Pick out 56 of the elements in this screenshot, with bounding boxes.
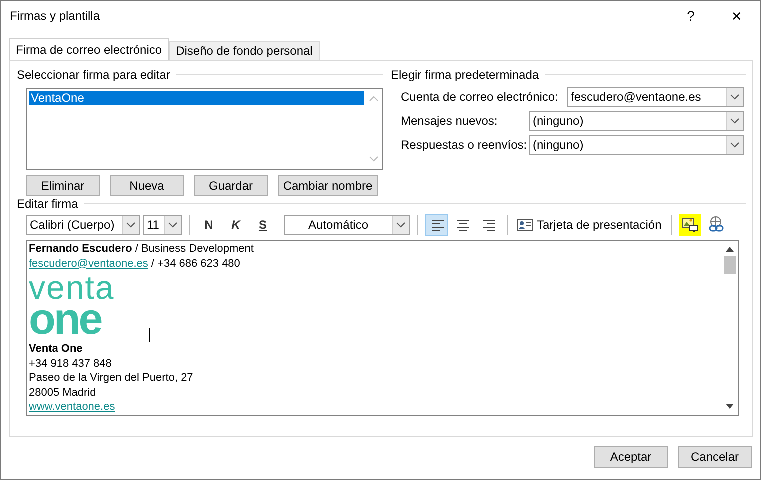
group-label: Elegir firma predeterminada <box>391 68 540 82</box>
dropdown-field[interactable]: (ninguno) <box>529 135 744 155</box>
caret-icon <box>395 221 407 229</box>
signature-text: Paseo de la Virgen del Puerto, 27 <box>29 371 194 386</box>
signature-text: 28005 Madrid <box>29 386 98 400</box>
help-button[interactable]: ? <box>668 1 714 31</box>
tab[interactable]: Diseño de fondo personal <box>169 41 320 60</box>
align-left-icon <box>430 218 444 232</box>
scroll-up-icon[interactable] <box>725 245 735 253</box>
text-cursor <box>149 328 150 342</box>
close-button[interactable]: ✕ <box>714 1 760 31</box>
logo: venta one <box>29 271 116 342</box>
group-label: Editar firma <box>17 196 78 210</box>
bold-button[interactable]: N <box>197 214 221 236</box>
caret-icon <box>125 221 137 229</box>
group-label: Seleccionar firma para editar <box>17 68 170 82</box>
website-link[interactable]: www.ventaone.es <box>29 401 116 413</box>
font-dropdown[interactable]: Calibri (Cuerpo) <box>26 215 140 235</box>
insert-picture-button[interactable] <box>678 214 701 236</box>
signature-editor[interactable]: Fernando Escudero / Business Development fescudero@ventaone.es / +34 686 623 480 venta one Venta One +34 918 437 848 Paseo de la Virgen del Puerto, 27 28005 Madrid www.ventaone.es <box>26 240 739 416</box>
color-dropdown[interactable]: Automático <box>284 215 410 235</box>
signature-text: +34 918 437 848 <box>29 356 113 371</box>
signature-text: Fernando Escudero / Business Development <box>29 242 255 256</box>
business-card-button[interactable]: Tarjeta de presentación <box>515 214 664 236</box>
signature-text: / +34 686 623 480 <box>151 258 240 270</box>
caret-icon <box>729 93 741 101</box>
align-left-button[interactable] <box>425 214 448 236</box>
dialog-button[interactable]: Aceptar <box>594 446 668 468</box>
caret-icon <box>729 141 741 149</box>
email-link[interactable]: fescudero@ventaone.es <box>29 258 148 270</box>
signature-text: Venta One <box>29 342 84 356</box>
card-icon <box>517 219 533 231</box>
dropdown-field[interactable]: (ninguno) <box>529 111 744 131</box>
field-label: Cuenta de correo electrónico: <box>401 90 560 104</box>
hyperlink-icon[interactable] <box>708 216 726 234</box>
tab[interactable]: Firma de correo electrónico <box>9 38 170 60</box>
dropdown-field[interactable]: fescudero@ventaone.es <box>567 87 744 107</box>
caret-icon <box>167 221 179 229</box>
action-button[interactable]: Eliminar <box>26 175 100 196</box>
align-center-icon <box>456 218 470 232</box>
action-button[interactable]: Guardar <box>194 175 268 196</box>
picture-icon <box>682 217 698 233</box>
action-button[interactable]: Nueva <box>110 175 184 196</box>
dialog-button[interactable]: Cancelar <box>678 446 752 468</box>
window-title: Firmas y plantilla <box>10 9 100 23</box>
list-item[interactable]: VentaOne <box>29 91 364 105</box>
field-label: Mensajes nuevos: <box>401 114 499 128</box>
field-label: Respuestas o reenvíos: <box>401 138 528 152</box>
underline-button[interactable]: S <box>251 214 275 236</box>
italic-button[interactable]: K <box>224 214 248 236</box>
caret-icon <box>729 117 741 125</box>
scroll-thumb[interactable] <box>724 256 736 274</box>
align-right-icon <box>482 218 496 232</box>
scroll-down-icon[interactable] <box>725 403 735 411</box>
size-dropdown[interactable]: 11 <box>143 215 182 235</box>
action-button[interactable]: Cambiar nombre <box>278 175 378 196</box>
